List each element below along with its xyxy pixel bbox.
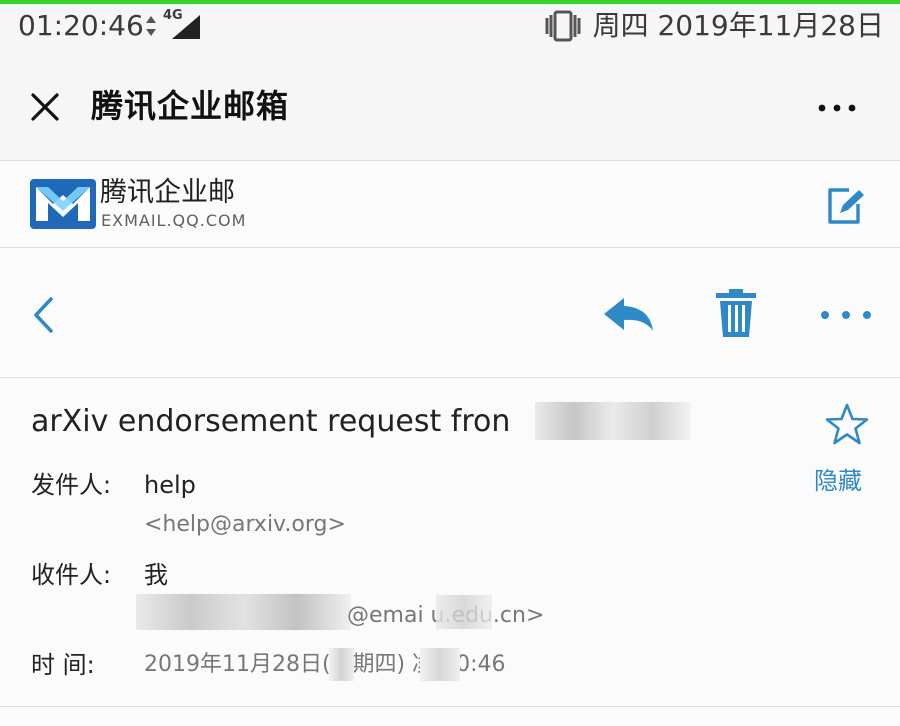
more-horizontal-icon[interactable] — [817, 103, 857, 113]
app-title: 腾讯企业邮箱 — [91, 87, 290, 125]
chevron-left-icon[interactable] — [31, 295, 55, 335]
recipient-name: 我 — [144, 561, 168, 589]
vibrate-icon — [545, 10, 581, 42]
signal-strength-icon — [172, 15, 200, 39]
status-bar: 01:20:46 4G 周四 2019年11月28日 — [0, 0, 900, 56]
screen: { "status_bar": { "time": "01:20:46", "n… — [0, 0, 900, 726]
to-label: 收件人: — [31, 561, 112, 589]
exmail-logo-icon — [30, 179, 96, 229]
status-indicator-line — [0, 0, 900, 4]
from-label: 发件人: — [31, 471, 112, 499]
mail-brand-domain: EXMAIL.QQ.COM — [101, 211, 247, 230]
redacted-recipient-email — [136, 594, 351, 630]
mail-brand-bar: 腾讯企业邮 EXMAIL.QQ.COM — [0, 160, 900, 248]
sender-email: <help@arxiv.org> — [144, 512, 346, 537]
redacted-domain-part — [436, 595, 492, 629]
close-icon[interactable] — [29, 91, 61, 123]
more-horizontal-icon[interactable] — [819, 309, 873, 321]
status-date: 周四 2019年11月28日 — [592, 9, 884, 42]
status-time: 01:20:46 — [18, 9, 144, 42]
mail-brand-name: 腾讯企业邮 — [100, 177, 235, 208]
redacted-weekday-part — [420, 648, 460, 681]
data-activity-icon — [146, 16, 156, 36]
compose-icon[interactable] — [824, 186, 868, 226]
star-outline-icon[interactable] — [824, 402, 870, 448]
redacted-sender-name — [535, 402, 691, 440]
sender-name: help — [144, 471, 196, 499]
reply-icon[interactable] — [600, 293, 656, 335]
details-divider — [0, 706, 900, 707]
redacted-date-part — [329, 648, 354, 681]
message-subject: arXiv endorsement request fron — [31, 404, 511, 439]
trash-icon[interactable] — [713, 287, 759, 339]
time-label: 时 间: — [31, 651, 95, 679]
app-header: 腾讯企业邮箱 — [0, 56, 900, 160]
message-details: arXiv endorsement request fron 隐藏 发件人: h… — [0, 378, 900, 726]
hide-details-link[interactable]: 隐藏 — [814, 466, 862, 496]
message-toolbar — [0, 248, 900, 378]
